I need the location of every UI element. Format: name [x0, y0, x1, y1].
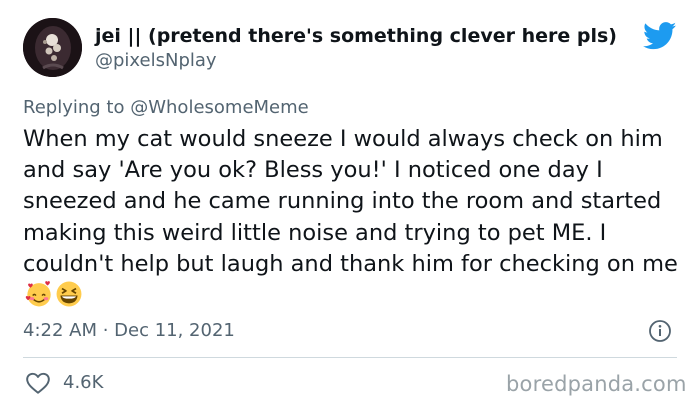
avatar[interactable]: [23, 18, 82, 77]
tweet-body: When my cat would sneeze I would always …: [23, 124, 688, 311]
tweet-text: When my cat would sneeze I would always …: [23, 126, 678, 277]
avatar-image: [23, 18, 82, 77]
divider: [23, 357, 677, 358]
like-count[interactable]: 4.6K: [63, 372, 103, 394]
user-handle[interactable]: @pixelsNplay: [95, 50, 217, 72]
replying-to-label: Replying to: [23, 97, 125, 118]
twitter-bird-icon[interactable]: [643, 22, 677, 50]
grinning-squinting-face-emoji: [56, 281, 82, 307]
info-icon[interactable]: [648, 319, 672, 343]
display-name[interactable]: jei || (pretend there's something clever…: [95, 24, 617, 48]
replying-to: Replying to @WholesomeMeme: [23, 97, 309, 119]
reply-mention-link[interactable]: @WholesomeMeme: [130, 97, 309, 118]
heart-icon[interactable]: [25, 371, 51, 395]
tweet-timestamp[interactable]: 4:22 AM · Dec 11, 2021: [23, 320, 235, 342]
boredpanda-watermark: boredpanda.com: [506, 372, 687, 396]
smiling-face-with-hearts-emoji: [25, 281, 51, 307]
